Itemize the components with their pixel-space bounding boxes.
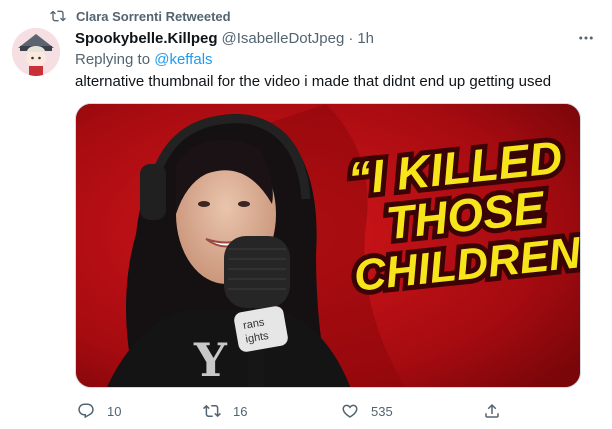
timestamp[interactable]: 1h [357, 30, 374, 47]
like-count: 535 [371, 403, 393, 419]
avatar[interactable] [12, 28, 60, 76]
share-icon [483, 402, 501, 420]
retweet-icon [203, 402, 221, 420]
mention-link[interactable]: @keffals [154, 51, 212, 68]
tweet-card[interactable]: Clara Sorrenti Retweeted Spookybelle.Kil… [0, 0, 612, 429]
retweet-button[interactable]: 16 [203, 402, 247, 420]
share-button[interactable] [483, 402, 513, 420]
retweet-icon [50, 8, 66, 24]
separator-dot: · [348, 29, 354, 47]
reply-button[interactable]: 10 [77, 402, 121, 420]
user-handle[interactable]: @IsabelleDotJpeg [222, 30, 345, 47]
retweet-banner[interactable]: Clara Sorrenti Retweeted [50, 6, 231, 26]
shirt-text: Y [193, 333, 228, 387]
retweet-count: 16 [233, 403, 248, 419]
tweet-text: alternative thumbnail for the video i ma… [75, 73, 552, 90]
reply-icon [77, 402, 95, 420]
display-name[interactable]: Spookybelle.Killpeg [75, 30, 218, 47]
reply-count: 10 [107, 403, 122, 419]
replying-to: Replying to @keffals [75, 51, 213, 68]
like-button[interactable]: 535 [341, 402, 393, 420]
tweet-actions: 10 16 535 [75, 398, 501, 424]
replying-to-label: Replying to [75, 51, 151, 68]
more-icon[interactable] [576, 28, 596, 48]
retweet-banner-text: Clara Sorrenti Retweeted [76, 8, 231, 24]
tweet-header: Spookybelle.Killpeg @IsabelleDotJpeg · 1… [75, 28, 600, 48]
media-image[interactable]: Y rans ights “I KILLED “I KILLED THOSE T… [75, 103, 581, 388]
heart-icon [341, 402, 359, 420]
